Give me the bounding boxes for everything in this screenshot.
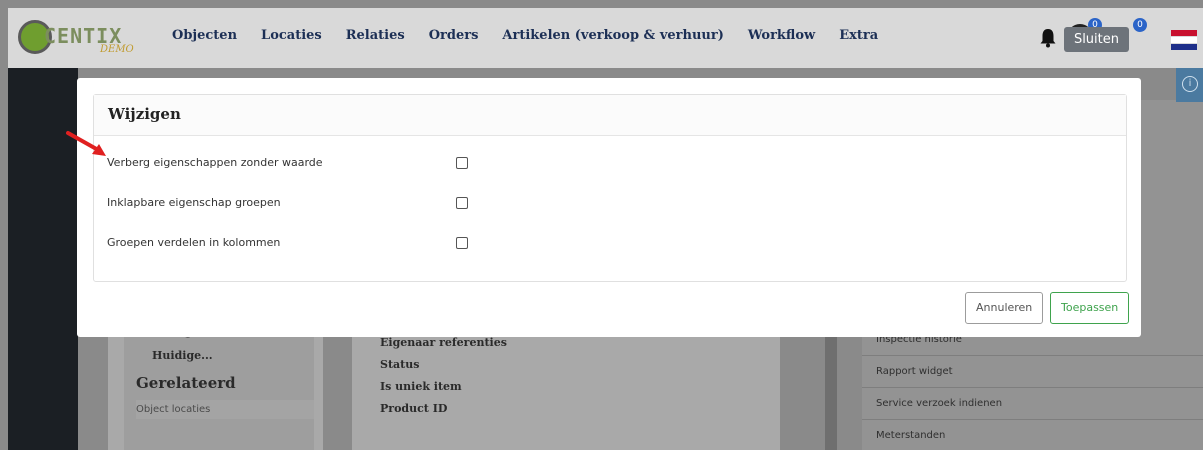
- related-heading: Gerelateerd: [136, 374, 236, 392]
- object-locaties-link[interactable]: Object locaties: [136, 400, 314, 419]
- action-rapport-widget[interactable]: Rapport widget: [862, 356, 1203, 388]
- option-row: Inklapbare eigenschap groepen: [94, 176, 1126, 216]
- bell-icon[interactable]: [1039, 28, 1057, 48]
- option-label: Verberg eigenschappen zonder waarde: [107, 156, 323, 169]
- nav-relaties[interactable]: Relaties: [346, 28, 405, 43]
- language-flag-icon[interactable]: [1171, 30, 1197, 50]
- option-label: Inklapbare eigenschap groepen: [107, 196, 281, 209]
- help-badge: 0: [1133, 18, 1147, 32]
- option-row: Verberg eigenschappen zonder waarde: [94, 136, 1126, 176]
- apply-button[interactable]: Toepassen: [1050, 292, 1130, 324]
- top-navbar: CENTIX DEMO Objecten Locaties Relaties O…: [8, 8, 1203, 68]
- hide-empty-properties-checkbox[interactable]: [456, 157, 468, 169]
- nav-locaties[interactable]: Locaties: [261, 28, 322, 43]
- settings-card: Wijzigen Verberg eigenschappen zonder wa…: [93, 94, 1127, 282]
- action-meterstanden[interactable]: Meterstanden: [862, 420, 1203, 450]
- nav-objecten[interactable]: Objecten: [172, 28, 237, 43]
- sluiten-tooltip: Sluiten: [1063, 27, 1129, 52]
- option-row: Groepen verdelen in kolommen: [94, 216, 1126, 256]
- red-arrow-icon: [66, 131, 106, 156]
- property-label: Status: [380, 358, 420, 371]
- left-panel-row[interactable]: Huidige...: [152, 344, 314, 368]
- properties-panel: Eigenaar referenties Status Is uniek ite…: [352, 320, 780, 450]
- left-rail: [8, 68, 78, 450]
- left-panel-content: Geldigh... Huidige... Gerelateerd Object…: [124, 320, 314, 450]
- logo-subtitle: DEMO: [100, 44, 134, 55]
- nav-workflow[interactable]: Workflow: [748, 28, 815, 43]
- option-label: Groepen verdelen in kolommen: [107, 236, 281, 249]
- cancel-button[interactable]: Annuleren: [965, 292, 1044, 324]
- info-tab[interactable]: i: [1176, 68, 1203, 102]
- collapsible-groups-checkbox[interactable]: [456, 197, 468, 209]
- info-icon: i: [1182, 76, 1198, 92]
- property-label: Product ID: [380, 402, 448, 415]
- nav-orders[interactable]: Orders: [429, 28, 479, 43]
- main-nav: Objecten Locaties Relaties Orders Artike…: [172, 28, 902, 43]
- action-service-verzoek[interactable]: Service verzoek indienen: [862, 388, 1203, 420]
- nav-extra[interactable]: Extra: [839, 28, 878, 43]
- nav-artikelen[interactable]: Artikelen (verkoop & verhuur): [502, 28, 723, 43]
- property-label: Is uniek item: [380, 380, 462, 393]
- centix-logo[interactable]: CENTIX DEMO: [18, 18, 138, 58]
- wijzigen-modal: Wijzigen Verberg eigenschappen zonder wa…: [77, 78, 1141, 337]
- modal-title: Wijzigen: [94, 95, 1126, 136]
- groups-in-columns-checkbox[interactable]: [456, 237, 468, 249]
